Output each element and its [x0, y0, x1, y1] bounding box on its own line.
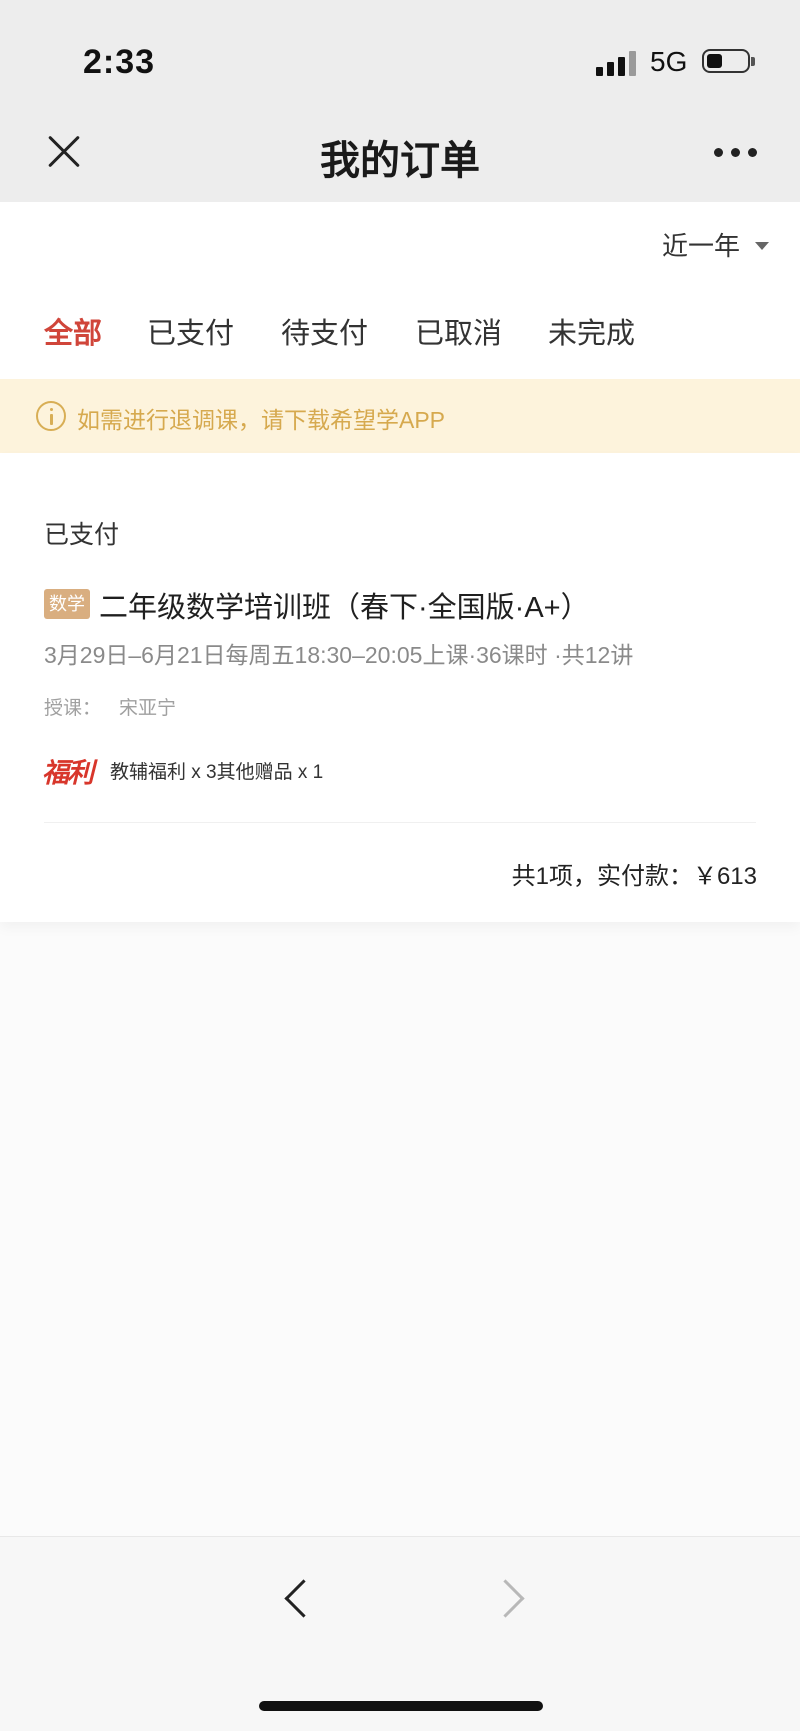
course-schedule: 3月29日–6月21日每周五18:30–20:05上课·36课时 ·共12讲 [44, 642, 634, 668]
battery-icon [702, 49, 755, 73]
divider [44, 822, 756, 823]
teacher-label: 授课： [44, 698, 102, 719]
notice-banner: 如需进行退调课，请下载希望学APP [0, 379, 800, 453]
benefit-badge: 福利 [42, 758, 94, 788]
more-icon[interactable] [714, 148, 760, 157]
benefit-text: 教辅福利 x 3其他赠品 x 1 [110, 762, 324, 783]
tab-incomplete[interactable]: 未完成 [548, 310, 635, 352]
forward-icon[interactable] [486, 1579, 525, 1618]
teacher-name: 宋亚宁 [119, 698, 177, 719]
network-type: 5G [650, 46, 688, 77]
page-title: 我的订单 [320, 139, 480, 183]
subject-tag: 数学 [44, 589, 90, 619]
signal-icon [596, 50, 638, 76]
order-card[interactable]: 已支付 数学 二年级数学培训班（春下·全国版·A+） 3月29日–6月21日每周… [0, 453, 800, 922]
tab-all[interactable]: 全部 [44, 310, 102, 352]
order-tabs: 全部 已支付 待支付 已取消 未完成 [0, 310, 800, 354]
course-title: 二年级数学培训班（春下·全国版·A+） [99, 592, 590, 624]
teacher-row: 授课： 宋亚宁 [44, 693, 176, 720]
back-icon[interactable] [284, 1579, 323, 1618]
caret-down-icon[interactable] [755, 242, 769, 250]
status-time: 2:33 [83, 43, 156, 81]
notice-text: 如需进行退调课，请下载希望学APP [77, 407, 446, 433]
top-bar: 2:33 5G 我的订单 [0, 0, 800, 202]
filter-area: 近一年 全部 已支付 待支付 已取消 未完成 [0, 202, 800, 379]
info-icon [36, 401, 66, 431]
tab-paid[interactable]: 已支付 [147, 310, 234, 352]
tab-cancelled[interactable]: 已取消 [415, 310, 502, 352]
tab-pending[interactable]: 待支付 [281, 310, 368, 352]
bottom-toolbar [0, 1536, 800, 1731]
period-filter[interactable]: 近一年 [662, 226, 740, 263]
order-total: 共1项，实付款：￥613 [511, 863, 757, 890]
home-indicator[interactable] [259, 1701, 543, 1711]
order-status: 已支付 [44, 521, 120, 549]
